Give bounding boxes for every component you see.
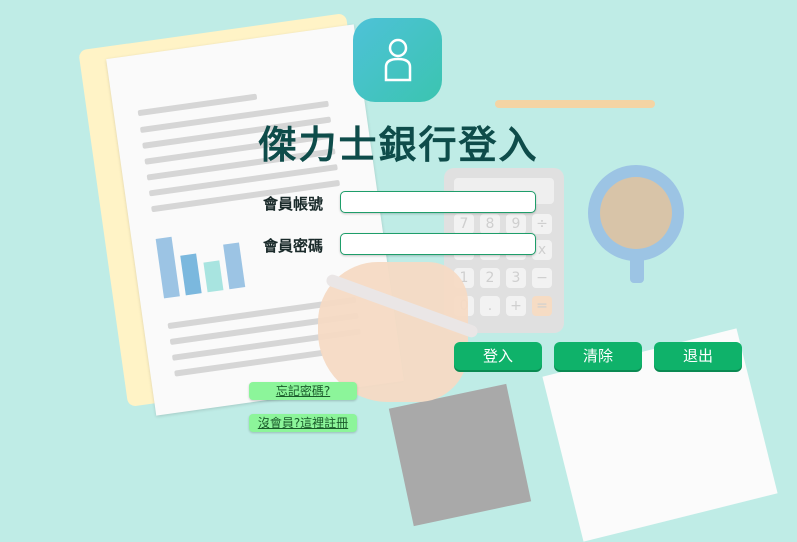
sleeve-illustration: [388, 383, 532, 527]
pencil-illustration: [495, 100, 655, 108]
clear-button[interactable]: 清除: [554, 342, 642, 370]
exit-button[interactable]: 退出: [654, 342, 742, 370]
account-label: 會員帳號: [263, 195, 324, 213]
password-input[interactable]: [340, 233, 536, 255]
user-icon: [384, 38, 411, 82]
password-label: 會員密碼: [263, 237, 324, 255]
coffee-cup-illustration: [588, 165, 684, 283]
register-link[interactable]: 沒會員?這裡註冊: [249, 414, 357, 432]
forgot-password-link[interactable]: 忘記密碼?: [249, 382, 357, 400]
login-button[interactable]: 登入: [454, 342, 542, 370]
bar-chart-illustration: [154, 214, 273, 299]
page-title: 傑力士銀行登入: [258, 123, 539, 167]
app-logo: [353, 18, 442, 102]
account-input[interactable]: [340, 191, 536, 213]
